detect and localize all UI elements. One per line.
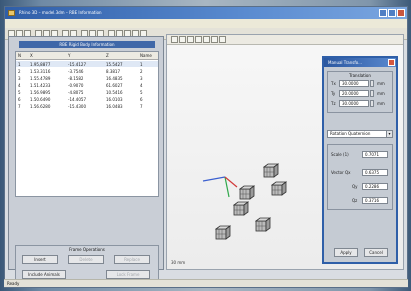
menu-bar: [5, 19, 407, 28]
dialog-title: Manual Transfo...: [324, 58, 396, 67]
table-cell: 1.56.9895: [30, 90, 51, 95]
vector-qx-label: Vector Qx: [331, 170, 351, 175]
table-cell: 2: [140, 69, 143, 74]
maximize-button[interactable]: [388, 9, 396, 17]
table-cell: 1.50.6490: [30, 97, 51, 102]
table-cell: 16.4835: [106, 76, 123, 81]
table-cell: 2: [18, 69, 21, 74]
tz-unit: mm: [377, 101, 385, 106]
table-cell: 1: [18, 62, 21, 67]
ty-label: Ty: [331, 91, 336, 96]
scale-field[interactable]: 0.7071: [362, 151, 388, 158]
delete-button[interactable]: Delete: [68, 255, 104, 264]
table-cell: 7: [18, 104, 21, 109]
table-cell: 61.6027: [106, 83, 123, 88]
cancel-button[interactable]: Cancel: [364, 248, 388, 257]
rotation-type-value: Rotation Quaternion: [330, 131, 371, 136]
table-cell: 1.56.6280: [30, 104, 51, 109]
tz-field[interactable]: 30.0000: [339, 100, 369, 107]
tx-spinner[interactable]: [370, 80, 374, 87]
scene-cube[interactable]: [233, 201, 249, 217]
tx-field[interactable]: 30.0000: [339, 80, 369, 87]
table-cell: 1.51.4233: [30, 83, 51, 88]
frame-operations-title: Frame Operations: [69, 247, 105, 252]
translation-title: Translation: [349, 73, 371, 78]
qz-label: Qz: [352, 198, 358, 203]
scale-label: 30 mm: [171, 260, 186, 265]
tz-label: Tz: [331, 101, 336, 106]
translation-group: Translation Tx 30.0000 mm Ty 20.0000 mm …: [327, 71, 393, 113]
ty-unit: mm: [377, 91, 385, 96]
table-cell: 5: [140, 90, 143, 95]
tz-spinner[interactable]: [370, 100, 374, 107]
panel-title: RBE Rigid Body Information: [19, 41, 155, 48]
col-header-name: Name: [140, 53, 152, 58]
qy-label: Qy: [352, 184, 358, 189]
table-cell: 10.5416: [106, 90, 123, 95]
col-header-n: N: [18, 53, 21, 58]
table-cell: 7: [140, 104, 143, 109]
manual-transform-dialog: Manual Transfo... Translation Tx 30.0000…: [322, 56, 398, 264]
qx-field[interactable]: 0.6375: [362, 169, 388, 176]
col-header-x: X: [30, 53, 33, 58]
table-cell: -0.9070: [68, 83, 84, 88]
close-button[interactable]: [397, 9, 405, 17]
qz-field[interactable]: 0.3716: [362, 197, 388, 204]
dialog-close-icon[interactable]: [388, 59, 395, 66]
table-cell: 6: [140, 97, 143, 102]
table-cell: 15.5427: [106, 62, 123, 67]
scene-cube[interactable]: [255, 217, 271, 233]
app-icon: [8, 10, 15, 16]
scene-cube[interactable]: [263, 163, 279, 179]
title-bar: Rhino 3D – model.3dm – RBE Information: [5, 7, 407, 19]
table-cell: 3: [140, 76, 143, 81]
table-cell: 3: [18, 76, 21, 81]
table-cell: -8.1582: [68, 76, 84, 81]
table-cell: 1.95,8877: [30, 62, 51, 67]
rotation-type-select[interactable]: Rotation Quaternion ▾: [327, 130, 393, 138]
ty-spinner[interactable]: [370, 90, 374, 97]
table-cell: 1: [140, 62, 143, 67]
status-text: Ready: [7, 281, 20, 286]
lock-frame-button[interactable]: Lock Frame: [106, 270, 150, 279]
col-header-z: Z: [106, 53, 109, 58]
tx-unit: mm: [377, 81, 385, 86]
window-title: Rhino 3D – model.3dm – RBE Information: [19, 10, 102, 15]
table-cell: 4: [140, 83, 143, 88]
table-header: N X Y Z Name: [16, 52, 158, 60]
minimize-button[interactable]: [379, 9, 387, 17]
table-cell: 8.3817: [106, 69, 120, 74]
scene-cube[interactable]: [239, 185, 255, 201]
tx-label: Tx: [331, 81, 336, 86]
replace-button[interactable]: Replace: [114, 255, 150, 264]
table-cell: 4: [18, 83, 21, 88]
axis-z-line: [202, 176, 226, 182]
rbe-table: N X Y Z Name 1 1.95,8877 -15.4127 15.5427 1 2…: [15, 51, 159, 197]
chevron-down-icon: ▾: [386, 131, 392, 137]
table-cell: -3.7546: [68, 69, 84, 74]
table-cell: 16.0483: [106, 104, 123, 109]
ty-field[interactable]: 20.0000: [339, 90, 369, 97]
table-cell: 16.0103: [106, 97, 123, 102]
scene-cube[interactable]: [271, 181, 287, 197]
table-cell: 5: [18, 90, 21, 95]
status-bar: Ready: [4, 279, 408, 287]
scale-label-text: Scale (1): [331, 152, 349, 157]
qy-field[interactable]: 0.2286: [362, 183, 388, 190]
insert-button[interactable]: Insert: [22, 255, 58, 264]
rbe-info-panel: RBE Rigid Body Information N X Y Z Name …: [8, 36, 164, 285]
scene-cube[interactable]: [215, 225, 231, 241]
table-cell: -4.8075: [68, 90, 84, 95]
table-cell: -15.4300: [68, 104, 86, 109]
col-header-y: Y: [68, 53, 71, 58]
table-cell: 1.55.4789: [30, 76, 51, 81]
table-cell: -15.4127: [68, 62, 86, 67]
table-cell: 6: [18, 97, 21, 102]
table-cell: 1.53.3116: [30, 69, 51, 74]
table-cell: -14.4057: [68, 97, 86, 102]
include-animals-button[interactable]: Include Animals: [22, 270, 66, 279]
rotation-group: Scale (1) 0.7071 Vector Qx 0.6375 Qy 0.2…: [327, 144, 393, 210]
apply-button[interactable]: Apply: [334, 248, 358, 257]
